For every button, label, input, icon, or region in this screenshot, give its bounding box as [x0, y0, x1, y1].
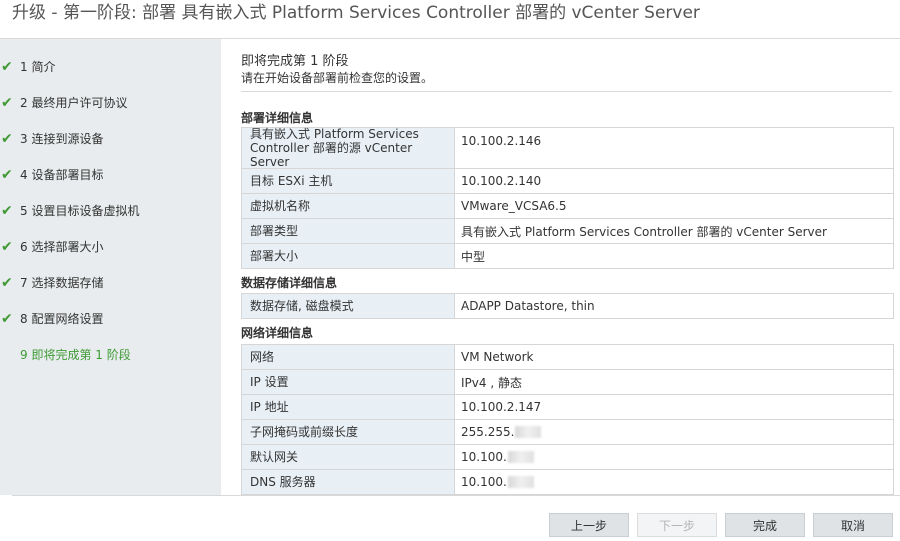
- row-value: 10.100.2.140: [461, 174, 542, 188]
- step-connect-source[interactable]: ✔ 3 连接到源设备: [0, 129, 221, 149]
- value-text: 255.255.: [461, 425, 515, 439]
- row-key: 网络: [242, 345, 455, 369]
- table-row: 子网掩码或前缀长度 255.255.: [242, 419, 893, 444]
- step-target-vm[interactable]: ✔ 5 设置目标设备虚拟机: [0, 201, 221, 221]
- table-row: IP 设置 IPv4 , 静态: [242, 369, 893, 394]
- step-label: 4 设备部署目标: [20, 168, 104, 182]
- step-label: 3 连接到源设备: [20, 132, 104, 146]
- storage-details-table: 数据存储, 磁盘模式 ADAPP Datastore, thin: [241, 293, 894, 319]
- footer-divider: [12, 495, 900, 496]
- step-label: 6 选择部署大小: [20, 240, 104, 254]
- row-value: 10.100.: [455, 470, 893, 494]
- storage-section-title: 数据存储详细信息: [241, 276, 338, 290]
- step-label: 5 设置目标设备虚拟机: [20, 204, 140, 218]
- row-key: 虚拟机名称: [242, 194, 455, 218]
- check-icon: ✔: [1, 275, 13, 291]
- step-network[interactable]: ✔ 8 配置网络设置: [0, 309, 221, 329]
- table-row: 部署大小 中型: [242, 243, 893, 268]
- check-icon: ✔: [1, 59, 13, 75]
- step-label: 8 配置网络设置: [20, 312, 104, 326]
- wizard-steps-sidebar: ✔ 1 简介 ✔ 2 最终用户许可协议 ✔ 3 连接到源设备 ✔ 4 设备部署目…: [0, 39, 221, 495]
- row-value: 中型: [461, 249, 486, 264]
- row-key: 数据存储, 磁盘模式: [242, 294, 455, 318]
- table-row: 虚拟机名称 VMware_VCSA6.5: [242, 193, 893, 218]
- check-icon: ✔: [1, 239, 13, 255]
- network-section-title: 网络详细信息: [241, 326, 314, 340]
- back-button[interactable]: 上一步: [549, 513, 629, 537]
- table-row: 数据存储, 磁盘模式 ADAPP Datastore, thin: [242, 294, 893, 318]
- redacted-mask: [515, 426, 542, 438]
- redacted-mask: [507, 476, 534, 488]
- step-ready-complete[interactable]: 9 即将完成第 1 阶段: [0, 345, 221, 365]
- value-text: 10.100.: [461, 450, 507, 464]
- row-value: VM Network: [461, 350, 534, 364]
- row-key: IP 地址: [242, 395, 455, 419]
- row-key: 具有嵌入式 Platform Services Controller 部署的源 …: [242, 127, 455, 169]
- table-row: IP 地址 10.100.2.147: [242, 394, 893, 419]
- row-key: 默认网关: [242, 445, 455, 469]
- row-key: 部署大小: [242, 244, 455, 268]
- row-value: 255.255.: [455, 420, 893, 444]
- page-subheading: 请在开始设备部署前检查您的设置。: [241, 71, 434, 85]
- row-key: 子网掩码或前缀长度: [242, 420, 455, 444]
- row-value: IPv4 , 静态: [461, 375, 522, 390]
- deploy-section-title: 部署详细信息: [241, 111, 314, 125]
- step-label: 9 即将完成第 1 阶段: [20, 348, 131, 362]
- next-button[interactable]: 下一步: [637, 513, 717, 537]
- check-icon: ✔: [1, 95, 13, 111]
- finish-button[interactable]: 完成: [725, 513, 805, 537]
- row-value: 10.100.2.146: [461, 134, 542, 148]
- redacted-mask: [507, 451, 534, 463]
- window-title: 升级 - 第一阶段: 部署 具有嵌入式 Platform Services Co…: [12, 3, 700, 23]
- step-intro[interactable]: ✔ 1 简介: [0, 57, 221, 77]
- network-details-table: 网络 VM Network IP 设置 IPv4 , 静态 IP 地址 10.1…: [241, 344, 894, 495]
- row-value: 10.100.2.147: [461, 400, 542, 414]
- step-datastore[interactable]: ✔ 7 选择数据存储: [0, 273, 221, 293]
- table-row: 部署类型 具有嵌入式 Platform Services Controller …: [242, 218, 893, 243]
- row-value: 具有嵌入式 Platform Services Controller 部署的 v…: [461, 224, 827, 239]
- step-deploy-target[interactable]: ✔ 4 设备部署目标: [0, 165, 221, 185]
- row-key: 目标 ESXi 主机: [242, 169, 455, 193]
- row-key: DNS 服务器: [242, 470, 455, 494]
- row-value: 10.100.: [455, 445, 893, 469]
- step-label: 1 简介: [20, 60, 56, 74]
- table-row: 目标 ESXi 主机 10.100.2.140: [242, 168, 893, 193]
- row-key: 部署类型: [242, 219, 455, 243]
- step-label: 2 最终用户许可协议: [20, 96, 128, 110]
- check-icon: ✔: [1, 311, 13, 327]
- check-icon: ✔: [1, 167, 13, 183]
- value-text: 10.100.: [461, 475, 507, 489]
- page-heading: 即将完成第 1 阶段: [241, 54, 349, 69]
- table-row: DNS 服务器 10.100.: [242, 469, 893, 494]
- cancel-button[interactable]: 取消: [813, 513, 893, 537]
- step-label: 7 选择数据存储: [20, 276, 104, 290]
- table-row: 网络 VM Network: [242, 345, 893, 369]
- table-row: 具有嵌入式 Platform Services Controller 部署的源 …: [242, 127, 893, 169]
- row-value: VMware_VCSA6.5: [461, 199, 567, 213]
- step-deploy-size[interactable]: ✔ 6 选择部署大小: [0, 237, 221, 257]
- heading-divider: [241, 91, 892, 92]
- table-row: 默认网关 10.100.: [242, 444, 893, 469]
- check-icon: ✔: [1, 203, 13, 219]
- deploy-details-table: 具有嵌入式 Platform Services Controller 部署的源 …: [241, 127, 894, 269]
- check-icon: ✔: [1, 131, 13, 147]
- step-eula[interactable]: ✔ 2 最终用户许可协议: [0, 93, 221, 113]
- row-value: ADAPP Datastore, thin: [461, 299, 595, 313]
- row-key: IP 设置: [242, 370, 455, 394]
